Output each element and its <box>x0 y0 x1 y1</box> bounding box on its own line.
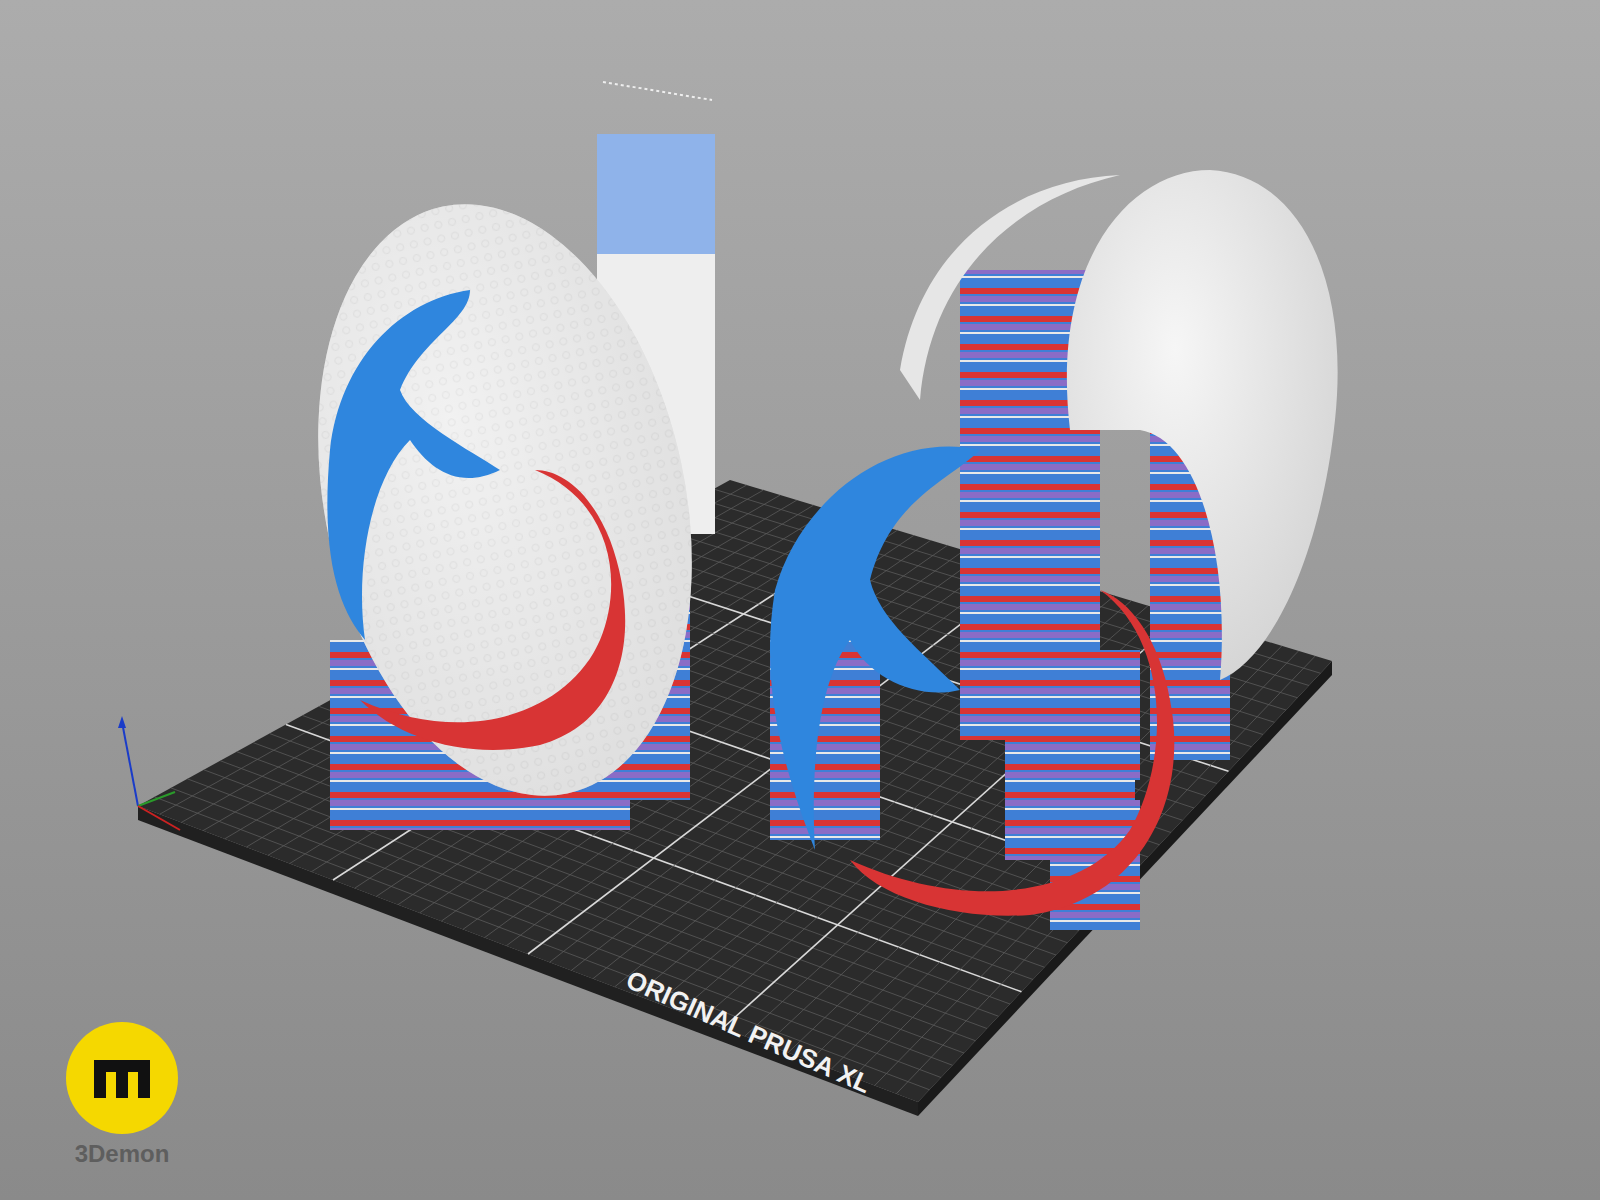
watermark: 3Demon <box>60 1022 184 1168</box>
watermark-text: 3Demon <box>71 1140 174 1168</box>
red-part <box>850 590 1174 916</box>
3d-scene[interactable]: ORIGINAL PRUSA XL <box>0 0 1600 1200</box>
3demon-logo-icon <box>66 1022 178 1134</box>
blue-part <box>770 447 980 850</box>
egg-model <box>267 169 744 831</box>
bed-label: ORIGINAL PRUSA XL <box>622 964 876 1099</box>
slicer-viewport[interactable]: ORIGINAL PRUSA XL <box>0 0 1600 1200</box>
